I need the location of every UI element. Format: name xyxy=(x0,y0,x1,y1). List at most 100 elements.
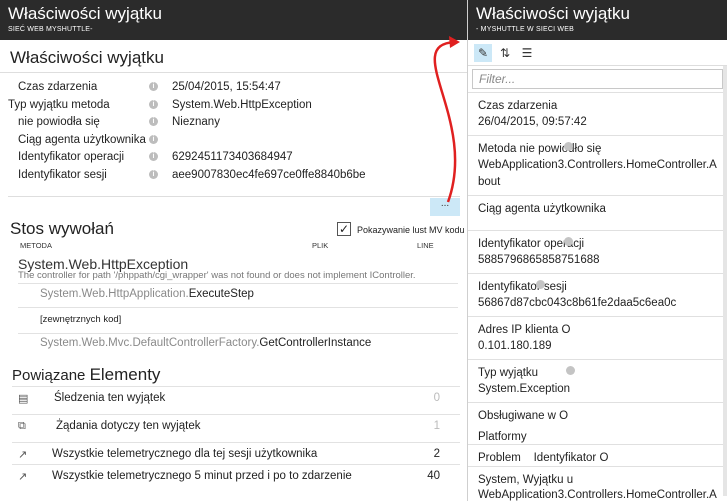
property-key: Typ wyjątku xyxy=(478,367,539,379)
property-item: Czas zdarzenia 26/04/2015, 09:57:42 xyxy=(468,92,727,135)
prop-row: Ciąg agenta użytkownika i xyxy=(0,132,467,150)
call-stack-title: Stos wywołań xyxy=(10,219,114,238)
property-value: System.Exception xyxy=(478,383,571,395)
show-my-code-checkbox[interactable]: ✓ xyxy=(337,222,351,236)
prop-label: Identyfikator operacji xyxy=(18,151,125,163)
properties-list: Czas zdarzenia i 25/04/2015, 15:54:47 Ty… xyxy=(0,77,467,184)
prop-label: Identyfikator sesji xyxy=(18,168,107,181)
blade-title: Właściwości wyjątku xyxy=(8,4,162,23)
frame-method: [zewnętrznych kod] xyxy=(40,314,122,325)
property-item: Identyfikator operacji 58857968658587516… xyxy=(468,230,727,273)
info-icon[interactable]: i xyxy=(149,152,158,161)
sort-icon[interactable]: ⇅ xyxy=(496,44,514,62)
info-icon[interactable] xyxy=(536,280,545,289)
frame-method: ExecuteStep xyxy=(188,288,254,300)
related-item-count: 0 xyxy=(433,392,440,404)
column-header-line: LINE xyxy=(417,241,434,250)
info-icon[interactable] xyxy=(564,237,573,246)
stack-frame[interactable]: System.Web.HttpApplication.ExecuteStep xyxy=(18,283,458,307)
related-title-a: Powiązane xyxy=(12,367,86,384)
prop-value: Nieznany xyxy=(172,116,220,128)
property-value: 5885796865858751688 xyxy=(478,254,600,266)
info-icon[interactable]: i xyxy=(149,134,158,144)
property-value: 26/04/2015, 09:57:42 xyxy=(478,116,587,128)
prop-row: Typ wyjątku metoda i System.Web.HttpExce… xyxy=(0,97,467,115)
property-item: Problem Identyfikator O xyxy=(468,444,727,466)
info-icon[interactable] xyxy=(566,366,575,375)
related-items-title: Powiązane Elementy xyxy=(12,365,160,385)
prop-row: nie powiodła się i Nieznany xyxy=(0,114,467,132)
arrow-icon: ↗ xyxy=(18,449,28,461)
prop-value: aee9007830ec4fe697ce0ffe8840b6be xyxy=(172,168,366,181)
property-item: Identyfikator sesji 56867d87cbc043c8b61f… xyxy=(468,273,727,316)
property-item: System, Wyjątku u WebApplication3.Contro… xyxy=(468,466,727,501)
property-item: Obsługiwane w O xyxy=(468,402,727,424)
related-item-label: Śledzenia ten wyjątek xyxy=(54,392,166,404)
property-key: System, Wyjątku u xyxy=(478,474,574,486)
info-icon[interactable]: i xyxy=(149,117,158,126)
blade-header: Właściwości wyjątku SIEĆ WEB MYSHUTTLE- xyxy=(0,0,467,40)
list-icon[interactable]: ☰ xyxy=(518,44,536,62)
related-item-count: 1 xyxy=(433,420,440,432)
blade-header: Właściwości wyjątku - MYSHUTTLE W SIECI … xyxy=(468,0,727,40)
scrollbar[interactable] xyxy=(723,66,727,496)
prop-label: nie powiodła się xyxy=(18,116,100,128)
prop-row: Identyfikator sesji i aee9007830ec4fe697… xyxy=(0,167,467,185)
prop-value: 6292451173403684947 xyxy=(172,151,293,163)
property-key: Adres IP klienta O xyxy=(478,324,571,336)
property-key: Metoda nie powiodło się xyxy=(478,143,602,155)
arrow-icon: ↗ xyxy=(18,471,28,483)
info-icon[interactable]: i xyxy=(149,82,158,91)
edit-icon[interactable]: ✎ xyxy=(474,44,492,62)
related-item-count: 2 xyxy=(433,448,440,460)
property-key: Identyfikator operacji xyxy=(478,238,585,250)
prop-row: Identyfikator operacji i 629245117340368… xyxy=(0,149,467,167)
show-my-code-label: Pokazywanie lust MV kodu xyxy=(357,225,465,235)
divider xyxy=(0,72,467,73)
property-item: Ciąg agenta użytkownika xyxy=(468,195,727,230)
exception-message: The controller for path '/phppath/cgi_wr… xyxy=(18,270,416,281)
blade-title: Właściwości wyjątku xyxy=(476,4,630,23)
info-icon[interactable]: i xyxy=(149,99,158,109)
related-item-label: Żądania dotyczy ten wyjątek xyxy=(56,420,201,432)
section-title: Właściwości wyjątku xyxy=(10,48,164,67)
frame-namespace: System.Web.HttpApplication. xyxy=(40,288,189,300)
exception-properties-detail-blade: Właściwości wyjątku - MYSHUTTLE W SIECI … xyxy=(468,0,727,501)
related-item-count: 40 xyxy=(427,470,440,482)
prop-value: System.Web.HttpException xyxy=(172,98,312,111)
prop-label: Typ wyjątku metoda xyxy=(8,98,110,111)
column-header-method: METODA xyxy=(20,241,52,250)
info-icon[interactable]: i xyxy=(149,169,158,179)
stack-frame[interactable]: [zewnętrznych kod] xyxy=(18,307,458,333)
property-value: WebApplication3.Controllers.HomeControll… xyxy=(478,489,717,501)
related-item-label: Wszystkie telemetrycznego 5 minut przed … xyxy=(52,470,352,482)
property-key: Platformy xyxy=(478,431,527,443)
property-value: 56867d87cbc043c8b61fe2daa5c6ea0c xyxy=(478,297,677,309)
stack-frame[interactable]: System.Web.Mvc.DefaultControllerFactory.… xyxy=(18,333,458,357)
property-item: Typ wyjątku System.Exception xyxy=(468,359,727,402)
related-item-session-telemetry[interactable]: ↗ Wszystkie telemetrycznego dla tej sesj… xyxy=(12,442,460,465)
property-value: WebApplication3.Controllers.HomeControll… xyxy=(478,159,717,188)
prop-value: 25/04/2015, 15:54:47 xyxy=(172,81,281,93)
frame-namespace: System.Web.Mvc.DefaultControllerFactory. xyxy=(40,337,260,349)
prop-label: Czas zdarzenia xyxy=(18,81,98,93)
frame-method: GetControllerInstance xyxy=(259,337,372,349)
blade-subtitle: SIEĆ WEB MYSHUTTLE- xyxy=(8,26,93,33)
property-key: Czas zdarzenia xyxy=(478,100,558,112)
trace-icon: ▤ xyxy=(18,393,29,405)
property-value: 0.101.180.189 xyxy=(478,340,552,352)
related-item-time-telemetry[interactable]: ↗ Wszystkie telemetrycznego 5 minut prze… xyxy=(12,464,460,487)
related-item-traces[interactable]: ▤ Śledzenia ten wyjątek 0 xyxy=(12,386,460,409)
property-key: Obsługiwane w O xyxy=(478,410,569,422)
related-item-label: Wszystkie telemetrycznego dla tej sesji … xyxy=(52,448,318,460)
blade-subtitle: - MYSHUTTLE W SIECI WEB xyxy=(476,26,574,33)
info-icon[interactable] xyxy=(564,142,573,151)
request-icon: ⧉ xyxy=(18,420,26,432)
related-item-requests[interactable]: ⧉ Żądania dotyczy ten wyjątek 1 xyxy=(12,414,460,437)
filter-input[interactable]: Filter... xyxy=(472,69,723,89)
property-key: Identyfikator sesji xyxy=(478,281,567,293)
more-button[interactable]: ... xyxy=(430,198,460,216)
divider xyxy=(8,196,460,197)
property-item: Metoda nie powiodło się WebApplication3.… xyxy=(468,135,727,195)
column-header-file: PLIK xyxy=(312,241,329,250)
